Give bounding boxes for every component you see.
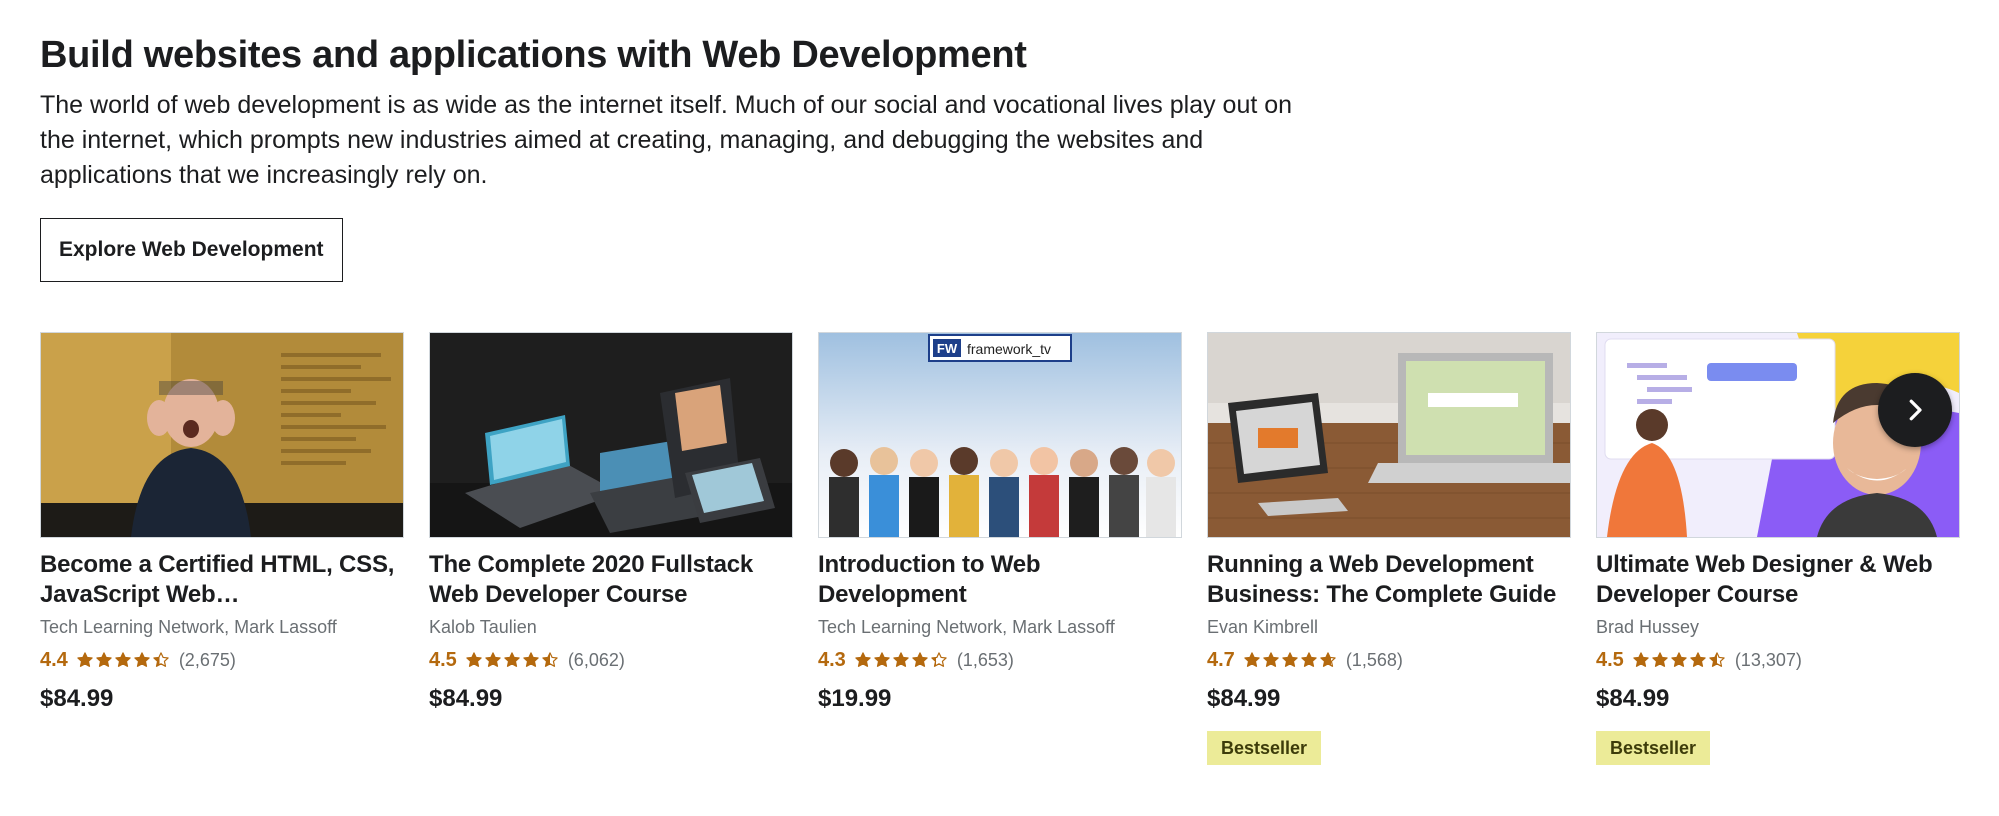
rating-number: 4.4 xyxy=(40,648,68,671)
section-description: The world of web development is as wide … xyxy=(40,91,1293,189)
course-thumbnail[interactable] xyxy=(1207,332,1571,538)
course-thumbnail[interactable] xyxy=(429,332,793,538)
carousel-next-button[interactable] xyxy=(1878,373,1952,447)
rating-stars xyxy=(1632,651,1727,669)
course-rating: 4.3 (1,653) xyxy=(818,647,1182,673)
star-icon xyxy=(134,652,150,667)
course-carousel: Become a Certified HTML, CSS, JavaScript… xyxy=(40,332,1960,812)
rating-count: (13,307) xyxy=(1734,649,1802,670)
course-thumbnail[interactable] xyxy=(40,332,404,538)
star-icon xyxy=(1320,652,1336,667)
star-icon xyxy=(77,652,93,667)
star-icon xyxy=(1282,652,1298,667)
star-icon xyxy=(96,652,112,667)
star-icon xyxy=(1709,652,1725,667)
rating-stars xyxy=(854,651,949,669)
course-instructor: Kalob Taulien xyxy=(429,617,537,637)
rating-number: 4.5 xyxy=(1596,648,1624,671)
course-rating: 4.7 (1,568) xyxy=(1207,647,1571,673)
rating-stars xyxy=(76,651,171,669)
star-icon xyxy=(912,652,928,667)
chevron-right-icon xyxy=(1909,399,1922,421)
course-price: $19.99 xyxy=(818,685,892,712)
star-icon xyxy=(504,652,520,667)
star-icon xyxy=(1671,652,1687,667)
course-title[interactable]: Running a Web Development Business: The … xyxy=(1207,550,1571,610)
rating-count: (1,653) xyxy=(956,649,1014,670)
course-card[interactable]: Become a Certified HTML, CSS, JavaScript… xyxy=(40,332,404,715)
course-title[interactable]: The Complete 2020 Fullstack Web Develope… xyxy=(429,550,793,610)
star-icon xyxy=(1301,652,1317,667)
course-title[interactable]: Introduction to Web Development xyxy=(818,550,1182,610)
star-icon xyxy=(855,652,871,667)
star-icon xyxy=(466,652,482,667)
bestseller-badge: Bestseller xyxy=(1207,731,1322,765)
star-icon xyxy=(1633,652,1649,667)
rating-count: (2,675) xyxy=(178,649,236,670)
star-icon xyxy=(931,652,947,667)
course-instructor: Evan Kimbrell xyxy=(1207,617,1319,637)
star-icon xyxy=(523,652,539,667)
course-title[interactable]: Become a Certified HTML, CSS, JavaScript… xyxy=(40,550,404,610)
course-title[interactable]: Ultimate Web Designer & Web Developer Co… xyxy=(1596,550,1960,610)
section-heading: Build websites and applications with Web… xyxy=(40,34,1027,76)
rating-stars xyxy=(465,651,560,669)
course-rating: 4.5 (13,307) xyxy=(1596,647,1960,673)
star-icon xyxy=(893,652,909,667)
rating-number: 4.3 xyxy=(818,648,846,671)
star-icon xyxy=(1244,652,1260,667)
course-price: $84.99 xyxy=(429,685,503,712)
star-icon xyxy=(115,652,131,667)
rating-count: (1,568) xyxy=(1345,649,1403,670)
course-instructor: Brad Hussey xyxy=(1596,617,1700,637)
course-price: $84.99 xyxy=(1596,685,1670,712)
star-icon xyxy=(153,652,169,667)
star-icon xyxy=(542,652,558,667)
course-section: Build websites and applications with Web… xyxy=(40,28,1960,765)
rating-stars xyxy=(1243,651,1338,669)
star-icon xyxy=(1652,652,1668,667)
svg-text:FW: FW xyxy=(937,341,958,356)
rating-number: 4.7 xyxy=(1207,648,1235,671)
course-card[interactable]: Running a Web Development Business: The … xyxy=(1207,332,1571,765)
course-price: $84.99 xyxy=(1207,685,1281,712)
course-instructor: Tech Learning Network, Mark Lassoff xyxy=(818,617,1115,637)
course-instructor: Tech Learning Network, Mark Lassoff xyxy=(40,617,337,637)
thumb-logo-text: framework_tv xyxy=(967,341,1051,357)
course-card[interactable]: FW framework_tv Introduction to Web Deve… xyxy=(818,332,1182,715)
star-icon xyxy=(1690,652,1706,667)
star-icon xyxy=(1263,652,1279,667)
bestseller-badge: Bestseller xyxy=(1596,731,1711,765)
explore-web-development-button[interactable]: Explore Web Development xyxy=(40,218,343,282)
star-icon xyxy=(874,652,890,667)
rating-count: (6,062) xyxy=(567,649,625,670)
course-rating: 4.5 (6,062) xyxy=(429,647,793,673)
rating-number: 4.5 xyxy=(429,648,457,671)
course-rating: 4.4 (2,675) xyxy=(40,647,404,673)
star-icon xyxy=(485,652,501,667)
course-thumbnail[interactable]: FW framework_tv xyxy=(818,332,1182,538)
course-price: $84.99 xyxy=(40,685,114,712)
course-card[interactable]: The Complete 2020 Fullstack Web Develope… xyxy=(429,332,793,715)
